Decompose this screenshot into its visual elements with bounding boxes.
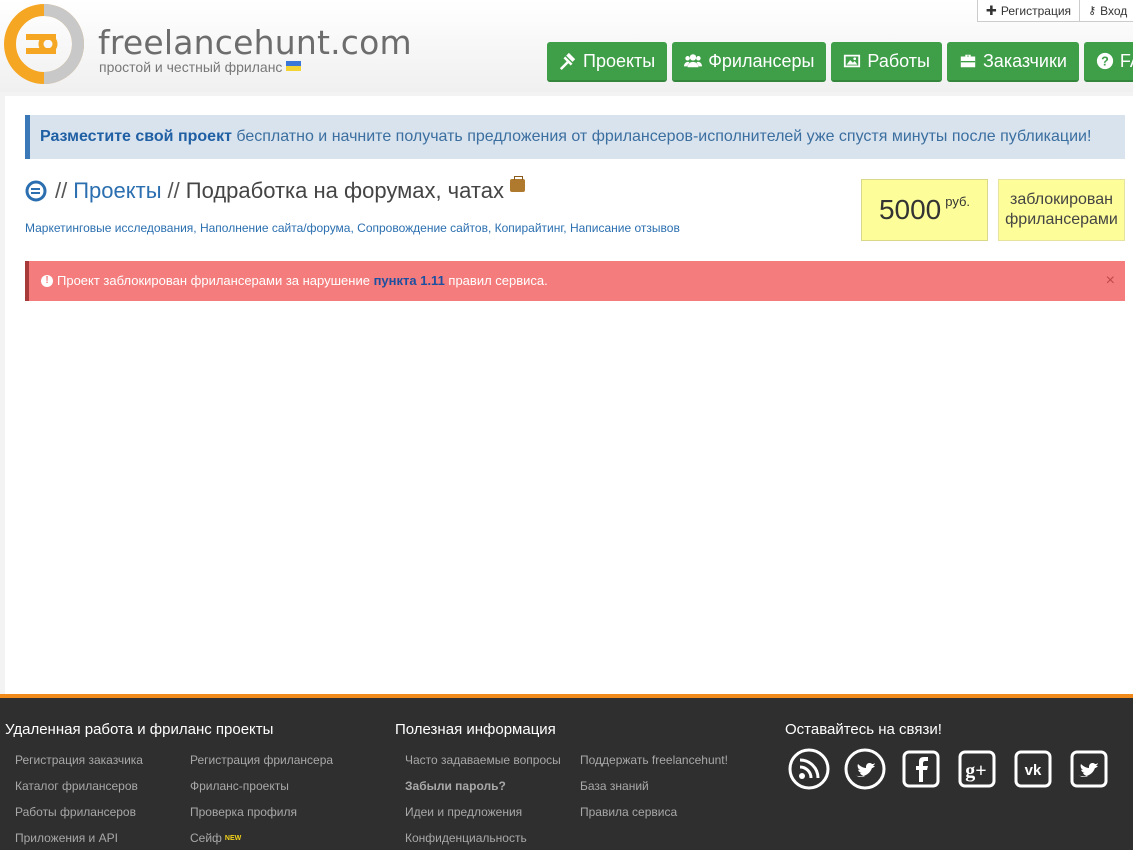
footer-link[interactable]: Работы фрилансеров bbox=[15, 805, 136, 819]
footer-link[interactable]: Каталог фрилансеров bbox=[15, 779, 138, 793]
footer-link[interactable]: Приложения и API bbox=[15, 831, 118, 845]
new-badge: NEW bbox=[224, 835, 242, 842]
footer-link[interactable]: Часто задаваемые вопросы bbox=[405, 753, 561, 767]
svg-text:?: ? bbox=[1101, 55, 1109, 69]
project-tags: Маркетинговые исследования, Наполнение с… bbox=[25, 221, 680, 235]
rule-link[interactable]: пункта 1.11 bbox=[374, 273, 445, 288]
nav-customers[interactable]: Заказчики bbox=[946, 42, 1079, 82]
blocked-alert: ! Проект заблокирован фрилансерами за нар… bbox=[25, 261, 1125, 301]
nav-works[interactable]: Работы bbox=[831, 42, 942, 82]
freelancehunt-logo-icon[interactable] bbox=[4, 4, 84, 84]
user-topbar: ✚ Регистрация ⚷ Вход ▼ bbox=[977, 0, 1133, 22]
users-icon bbox=[684, 54, 703, 68]
vk-icon[interactable]: vk bbox=[1012, 748, 1054, 790]
social-links: g+ vk bbox=[788, 748, 1110, 790]
tag-link[interactable]: Сопровождение сайтов bbox=[357, 221, 488, 235]
key-icon: ⚷ bbox=[1088, 5, 1097, 17]
budget-box: 5000 руб. bbox=[861, 179, 988, 241]
briefcase-icon bbox=[960, 54, 976, 68]
register-button[interactable]: ✚ Регистрация bbox=[977, 0, 1081, 22]
footer-link[interactable]: Регистрация фрилансера bbox=[190, 753, 333, 767]
post-project-link[interactable]: Разместите свой проект bbox=[40, 128, 232, 145]
picture-icon bbox=[844, 54, 861, 68]
nav-faq[interactable]: ? FAQ bbox=[1083, 42, 1133, 82]
site-header: freelancehunt.com простой и честный фрил… bbox=[0, 0, 1133, 92]
svg-text:vk: vk bbox=[1025, 762, 1042, 779]
main-nav: Проекты Фрилансеры Работы Заказчики ? FA… bbox=[547, 42, 1133, 82]
project-title-row: // Проекты // Подработка на форумах, чат… bbox=[25, 175, 525, 204]
footer-link[interactable]: База знаний bbox=[580, 779, 649, 793]
facebook-icon[interactable] bbox=[900, 748, 942, 790]
footer-link[interactable]: Фриланс-проекты bbox=[190, 779, 289, 793]
nav-projects[interactable]: Проекты bbox=[547, 42, 668, 82]
status-badge: заблокирован фрилансерами bbox=[998, 179, 1125, 241]
briefcase-icon bbox=[509, 175, 525, 192]
project-title: Подработка на форумах, чатах bbox=[185, 178, 504, 203]
main-content: Разместите свой проект бесплатно и начни… bbox=[5, 96, 1133, 696]
twitter-icon[interactable] bbox=[844, 748, 886, 790]
footer-link[interactable]: Регистрация заказчика bbox=[15, 753, 143, 767]
tag-link[interactable]: Копирайтинг bbox=[495, 221, 564, 235]
breadcrumb-projects-link[interactable]: Проекты bbox=[73, 178, 161, 204]
footer-col2-title: Полезная информация bbox=[395, 721, 556, 738]
rss-icon[interactable] bbox=[788, 748, 830, 790]
exclamation-icon: ! bbox=[41, 274, 53, 287]
google-plus-icon[interactable]: g+ bbox=[956, 748, 998, 790]
footer-link[interactable]: Правила сервиса bbox=[580, 805, 677, 819]
footer-col3-title: Оставайтесь на связи! bbox=[785, 721, 942, 738]
footer-col1-title: Удаленная работа и фриланс проекты bbox=[5, 721, 274, 738]
question-icon: ? bbox=[1096, 52, 1114, 70]
footer-link-safe[interactable]: Сейф NEW bbox=[190, 831, 241, 845]
tag-link[interactable]: Написание отзывов bbox=[570, 221, 680, 235]
nav-freelancers[interactable]: Фрилансеры bbox=[672, 42, 827, 82]
footer-link[interactable]: Идеи и предложения bbox=[405, 805, 522, 819]
budget-currency: руб. bbox=[945, 193, 971, 209]
promo-banner: Разместите свой проект бесплатно и начни… bbox=[25, 115, 1125, 159]
budget-amount: 5000 bbox=[878, 194, 942, 225]
logo-tagline: простой и честный фриланс bbox=[99, 59, 302, 75]
ukraine-flag-icon bbox=[286, 61, 302, 72]
footer-link[interactable]: Забыли пароль? bbox=[405, 779, 506, 793]
footer-link[interactable]: Поддержать freelancehunt! bbox=[580, 753, 728, 767]
svg-text:g+: g+ bbox=[965, 760, 986, 782]
breadcrumb-separator: // bbox=[55, 178, 68, 203]
site-footer: Удаленная работа и фриланс проекты Регис… bbox=[0, 694, 1133, 850]
tag-link[interactable]: Маркетинговые исследования bbox=[25, 221, 193, 235]
freelancehunt-small-icon bbox=[25, 180, 47, 202]
login-button[interactable]: ⚷ Вход ▼ bbox=[1080, 0, 1133, 22]
gavel-icon bbox=[559, 52, 576, 70]
footer-link[interactable]: Проверка профиля bbox=[190, 805, 297, 819]
close-icon[interactable]: × bbox=[1106, 261, 1115, 301]
twitter-icon[interactable] bbox=[1068, 748, 1110, 790]
tag-link[interactable]: Наполнение сайта/форума bbox=[200, 221, 351, 235]
logo-name[interactable]: freelancehunt.com bbox=[98, 24, 412, 62]
footer-link[interactable]: Конфиденциальность bbox=[405, 831, 527, 845]
plus-icon: ✚ bbox=[986, 2, 997, 18]
breadcrumb-separator: // bbox=[167, 178, 180, 203]
